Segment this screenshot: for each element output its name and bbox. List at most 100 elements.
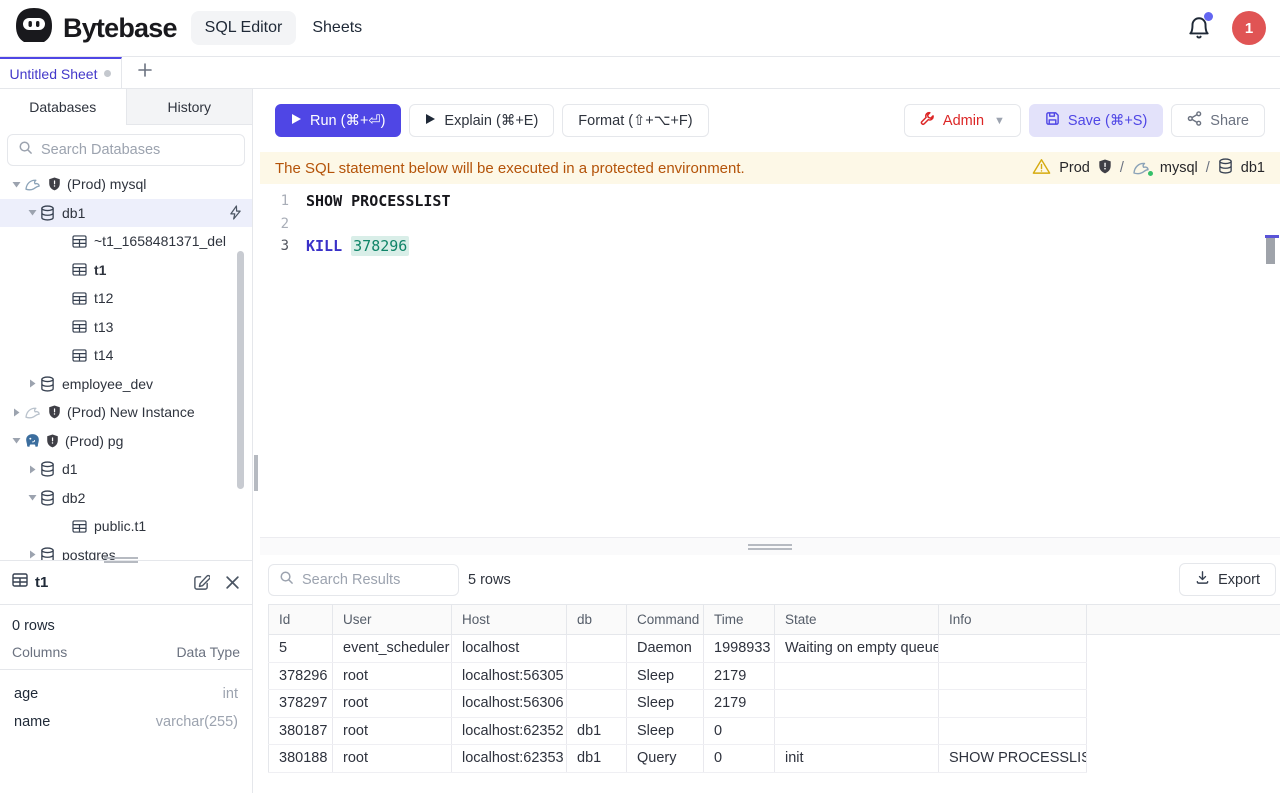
lightning-icon[interactable] xyxy=(229,205,242,220)
results-search xyxy=(268,564,459,596)
tree-item-label: t1 xyxy=(94,262,106,278)
code-token: KILL xyxy=(306,237,342,255)
tree-item-d1[interactable]: d1 xyxy=(0,455,252,484)
save-button[interactable]: Save (⌘+S) xyxy=(1029,104,1163,137)
breadcrumb-database: db1 xyxy=(1241,160,1265,176)
caret-right-icon[interactable] xyxy=(24,379,40,388)
schema-panel-resize-handle[interactable] xyxy=(104,557,138,563)
tree-item-label: (Prod) pg xyxy=(65,433,123,449)
banner-message: The SQL statement below will be executed… xyxy=(275,160,745,177)
results-resize-handle[interactable] xyxy=(748,544,792,550)
tree-item-label: t14 xyxy=(94,347,113,363)
column-name: age xyxy=(14,686,38,702)
tree-item-t14[interactable]: t14 xyxy=(0,341,252,370)
export-button[interactable]: Export xyxy=(1179,563,1276,596)
tree-item--prod-new-instance[interactable]: (Prod) New Instance xyxy=(0,398,252,427)
table-cell xyxy=(567,635,627,663)
admin-button-label: Admin xyxy=(943,113,984,129)
results-row-count: 5 rows xyxy=(468,572,511,588)
table-row: 380187rootlocalhost:62352db1Sleep0 xyxy=(269,717,1280,745)
tab-history[interactable]: History xyxy=(127,89,253,125)
save-icon xyxy=(1045,111,1060,130)
caret-right-icon[interactable] xyxy=(24,550,40,559)
sidebar-resize-handle[interactable] xyxy=(254,455,258,491)
results-toolbar: 5 rows Export xyxy=(260,555,1280,604)
tree-item--t1-1658481371-del[interactable]: ~t1_1658481371_del xyxy=(0,227,252,256)
notification-bell-button[interactable] xyxy=(1186,15,1212,41)
mysql-icon xyxy=(24,177,43,192)
tree-item--prod-mysql[interactable]: (Prod) mysql xyxy=(0,170,252,199)
column-name: name xyxy=(14,714,50,730)
share-button-label: Share xyxy=(1210,113,1249,129)
unsaved-indicator-dot xyxy=(104,70,111,77)
table-cell: localhost:62352 xyxy=(452,717,567,745)
tree-item-employee-dev[interactable]: employee_dev xyxy=(0,370,252,399)
edit-table-icon[interactable] xyxy=(193,574,210,591)
table-cell: localhost:62353 xyxy=(452,745,567,773)
nav-sql-editor[interactable]: SQL Editor xyxy=(191,11,297,45)
user-avatar[interactable]: 1 xyxy=(1232,11,1266,45)
table-cell: db1 xyxy=(567,745,627,773)
table-cell xyxy=(939,690,1087,718)
tab-untitled-sheet[interactable]: Untitled Sheet xyxy=(0,57,122,88)
tree-scrollbar-thumb[interactable] xyxy=(237,251,244,489)
nav-sheets[interactable]: Sheets xyxy=(298,11,376,45)
caret-down-icon[interactable] xyxy=(24,494,40,501)
breadcrumb-environment: Prod xyxy=(1059,160,1090,176)
mysql-instance-icon xyxy=(1132,160,1152,176)
column-header-info: Info xyxy=(939,605,1087,635)
tree-item-label: t12 xyxy=(94,290,113,306)
close-panel-icon[interactable] xyxy=(225,575,240,590)
editor-toolbar: Run (⌘+⏎) Explain (⌘+E) Format (⇧+⌥+F) A… xyxy=(260,89,1280,152)
table-cell xyxy=(567,690,627,718)
editor-line: 3KILL 378296 xyxy=(260,235,1280,258)
table-cell: 0 xyxy=(704,745,775,773)
schema-columns-header: Columns Data Type xyxy=(0,636,252,670)
run-button[interactable]: Run (⌘+⏎) xyxy=(275,104,401,137)
tree-item-t12[interactable]: t12 xyxy=(0,284,252,313)
tree-item--prod-pg[interactable]: (Prod) pg xyxy=(0,427,252,456)
caret-right-icon[interactable] xyxy=(8,408,24,417)
table-icon xyxy=(72,320,87,333)
results-table: IdUserHostdbCommandTimeStateInfo 5event_… xyxy=(268,604,1280,773)
tree-item-label: db2 xyxy=(62,490,85,506)
connection-breadcrumb: Prod / mysql / xyxy=(1032,158,1265,179)
format-button-label: Format (⇧+⌥+F) xyxy=(578,113,692,129)
columns-header-label: Columns xyxy=(12,644,67,660)
caret-right-icon[interactable] xyxy=(24,465,40,474)
caret-down-icon[interactable] xyxy=(8,437,24,444)
share-button[interactable]: Share xyxy=(1171,104,1265,137)
caret-down-icon[interactable] xyxy=(8,181,24,188)
bytebase-logo[interactable]: Bytebase xyxy=(14,6,177,51)
table-cell: root xyxy=(333,745,452,773)
tree-item-label: public.t1 xyxy=(94,518,146,534)
database-search-input[interactable] xyxy=(41,142,234,158)
primary-nav: SQL Editor Sheets xyxy=(191,11,376,45)
sql-editor[interactable]: 1SHOW PROCESSLIST23KILL 378296 xyxy=(260,184,1280,537)
editor-scrollbar-thumb[interactable] xyxy=(1266,238,1275,264)
database-icon xyxy=(40,376,55,392)
schema-row-count: 0 rows xyxy=(0,605,252,636)
tree-item-public-t1[interactable]: public.t1 xyxy=(0,512,252,541)
format-button[interactable]: Format (⇧+⌥+F) xyxy=(562,104,708,137)
tree-item-db1[interactable]: db1 xyxy=(0,199,252,228)
explain-button[interactable]: Explain (⌘+E) xyxy=(409,104,554,137)
export-button-label: Export xyxy=(1218,572,1260,588)
results-search-input[interactable] xyxy=(302,572,489,588)
add-sheet-button[interactable] xyxy=(122,57,168,88)
table-cell: Sleep xyxy=(627,662,704,690)
tab-databases[interactable]: Databases xyxy=(0,89,127,125)
schema-panel-header: t1 xyxy=(0,561,252,605)
caret-down-icon[interactable] xyxy=(24,209,40,216)
table-cell xyxy=(775,662,939,690)
tree-item-t1[interactable]: t1 xyxy=(0,256,252,285)
protected-environment-banner: The SQL statement below will be executed… xyxy=(260,152,1280,184)
connection-status-dot xyxy=(1147,170,1154,177)
admin-mode-button[interactable]: Admin ▼ xyxy=(904,104,1021,137)
warning-triangle-icon xyxy=(1032,158,1051,179)
tree-item-db2[interactable]: db2 xyxy=(0,484,252,513)
table-cell xyxy=(939,662,1087,690)
column-header-state: State xyxy=(775,605,939,635)
table-cell xyxy=(775,717,939,745)
tree-item-t13[interactable]: t13 xyxy=(0,313,252,342)
